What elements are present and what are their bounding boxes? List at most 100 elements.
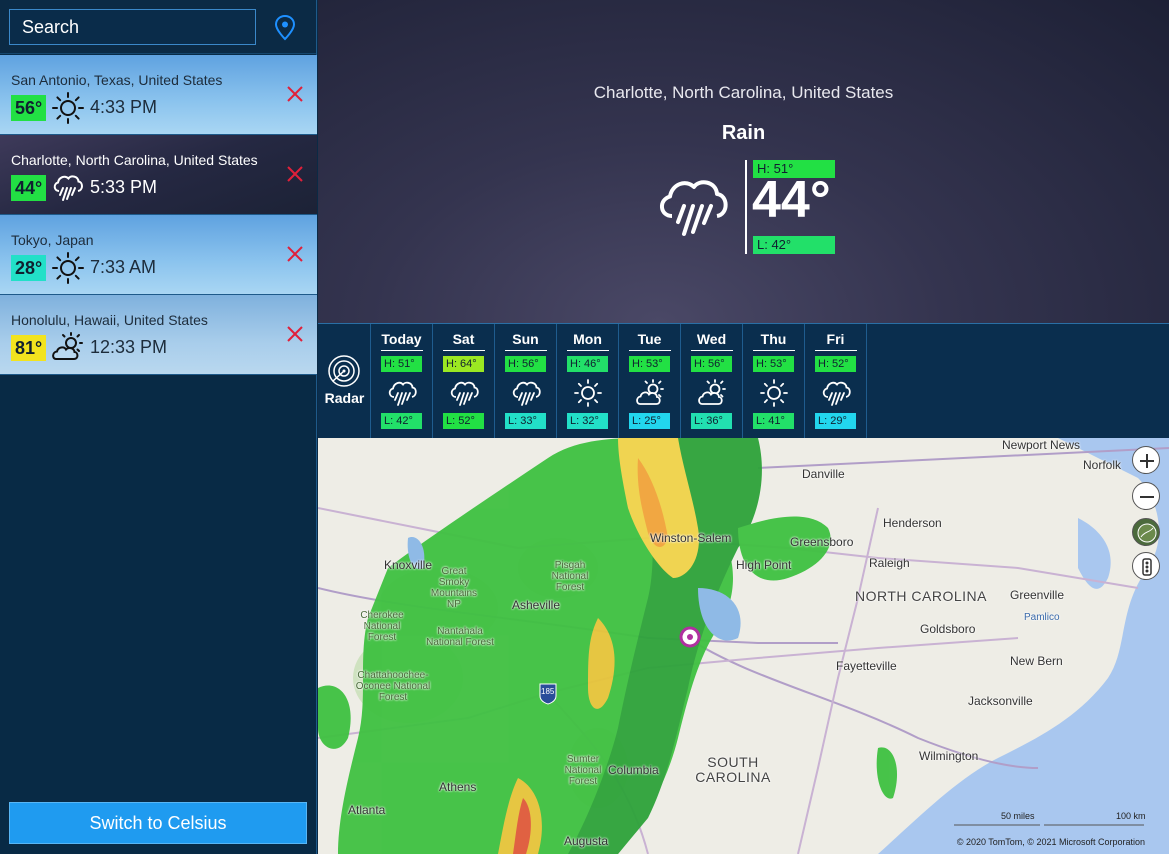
map-label-great-smoky: Great Smoky Mountains NP: [430, 566, 478, 610]
scale-miles: 50 miles: [1001, 811, 1035, 821]
sun-icon: [574, 379, 602, 407]
map-style-button[interactable]: [1132, 518, 1160, 546]
map-style-icon: [1137, 523, 1157, 543]
map-label-sumter: Sumter National Forest: [564, 754, 602, 787]
city-temp-badge: 28°: [11, 255, 47, 281]
city-temp-badge: 44°: [11, 175, 47, 201]
city-card-honolulu[interactable]: Honolulu, Hawaii, United States 81° 12:3…: [0, 295, 317, 375]
map-label-cherokee: Cherokee National Forest: [360, 610, 404, 643]
map-label-winston-salem: Winston-Salem: [650, 531, 732, 545]
traffic-button[interactable]: [1132, 552, 1160, 580]
map-label-nantahala: Nantahala National Forest: [426, 626, 494, 648]
map-label-new-bern: New Bern: [1010, 654, 1063, 668]
city-card-tokyo[interactable]: Tokyo, Japan 28° 7:33 AM: [0, 215, 317, 295]
forecast-strip: Radar Today H: 51° L: 42° Sat H: 64° L: 52° Su…: [318, 323, 1169, 438]
zoom-out-icon: [1140, 496, 1154, 498]
forecast-high-badge: H: 64°: [443, 356, 484, 372]
forecast-low-badge: L: 25°: [629, 413, 670, 429]
map-label-goldsboro: Goldsboro: [920, 622, 976, 636]
forecast-day[interactable]: Thu H: 53° L: 41°: [743, 324, 805, 438]
radar-label: Radar: [324, 390, 365, 406]
city-name: Tokyo, Japan: [11, 232, 94, 248]
map-attribution: © 2020 TomTom, © 2021 Microsoft Corporat…: [956, 837, 1145, 847]
switch-units-button[interactable]: Switch to Celsius: [9, 802, 307, 844]
rain-icon: [388, 381, 417, 406]
city-time: 12:33 PM: [90, 337, 168, 357]
forecast-day[interactable]: Fri H: 52° L: 29°: [805, 324, 867, 438]
location-pin-icon[interactable]: [274, 15, 296, 41]
map-label-fayetteville: Fayetteville: [836, 659, 897, 673]
rain-icon: [53, 175, 83, 201]
city-card-san-antonio[interactable]: San Antonio, Texas, United States 56° 4:…: [0, 55, 317, 135]
map-label-south-carolina: SOUTH CAROLINA: [695, 754, 771, 785]
partly-cloudy-icon: [636, 379, 664, 405]
partly-cloudy-icon: [698, 379, 726, 405]
map-label-atlanta: Atlanta: [348, 803, 386, 817]
forecast-day-divider: [443, 350, 485, 351]
radar-map[interactable]: Newport News Norfolk Danville Henderson …: [318, 438, 1169, 854]
zoom-out-button[interactable]: [1132, 482, 1160, 510]
forecast-low-badge: L: 52°: [443, 413, 484, 429]
map-label-jacksonville: Jacksonville: [968, 694, 1033, 708]
map-label-knoxville: Knoxville: [384, 558, 433, 572]
forecast-low-badge: L: 33°: [505, 413, 546, 429]
map-label-greensboro: Greensboro: [790, 535, 854, 549]
map-label-henderson: Henderson: [883, 516, 942, 530]
forecast-day-divider: [753, 350, 795, 351]
map-label-columbia: Columbia: [608, 763, 659, 777]
radar-button[interactable]: Radar: [318, 324, 371, 438]
forecast-high-badge: H: 53°: [629, 356, 670, 372]
forecast-low-badge: L: 41°: [753, 413, 794, 429]
map-label-pamlico: Pamlico: [1024, 612, 1060, 623]
city-temp-badge: 81°: [11, 335, 47, 361]
forecast-day-name: Thu: [760, 331, 787, 347]
current-weather-panel: Charlotte, North Carolina, United States…: [318, 0, 1169, 323]
forecast-high-badge: H: 51°: [381, 356, 422, 372]
city-time: 7:33 AM: [90, 257, 157, 277]
sidebar: San Antonio, Texas, United States 56° 4:…: [0, 0, 317, 854]
remove-city-icon[interactable]: [284, 243, 306, 265]
forecast-day-divider: [567, 350, 609, 351]
radar-icon: [328, 355, 360, 387]
forecast-day-divider: [505, 350, 547, 351]
forecast-day[interactable]: Sat H: 64° L: 52°: [433, 324, 495, 438]
temp-divider: [745, 160, 747, 254]
map-label-wilmington: Wilmington: [919, 749, 979, 763]
current-condition: Rain: [721, 122, 766, 144]
city-temp-badge: 56°: [11, 95, 47, 121]
remove-city-icon[interactable]: [284, 323, 306, 345]
forecast-day[interactable]: Tue H: 53° L: 25°: [619, 324, 681, 438]
forecast-day[interactable]: Mon H: 46° L: 32°: [557, 324, 619, 438]
forecast-high-badge: H: 53°: [753, 356, 794, 372]
search-bar: [0, 0, 316, 54]
map-label-pisgah: Pisgah National Forest: [551, 560, 589, 593]
traffic-icon: [1142, 558, 1152, 576]
zoom-in-button[interactable]: [1132, 446, 1160, 474]
map-label-danville: Danville: [802, 467, 845, 481]
forecast-day-name: Mon: [573, 331, 602, 347]
forecast-day-name: Sat: [452, 331, 475, 347]
forecast-day-name: Fri: [826, 331, 845, 347]
map-label-high-point: High Point: [736, 558, 792, 572]
forecast-low-badge: L: 32°: [567, 413, 608, 429]
partly-cloudy-icon: [52, 332, 83, 360]
search-input[interactable]: [9, 9, 256, 45]
forecast-day[interactable]: Today H: 51° L: 42°: [371, 324, 433, 438]
remove-city-icon[interactable]: [284, 163, 306, 185]
current-temperature: 44°: [752, 171, 831, 229]
map-label-asheville: Asheville: [512, 598, 561, 612]
city-name: San Antonio, Texas, United States: [11, 72, 223, 88]
forecast-day[interactable]: Sun H: 56° L: 33°: [495, 324, 557, 438]
forecast-day-name: Tue: [637, 331, 662, 347]
remove-city-icon[interactable]: [284, 83, 306, 105]
map-label-raleigh: Raleigh: [869, 556, 910, 570]
city-card-charlotte[interactable]: Charlotte, North Carolina, United States…: [0, 135, 317, 215]
map-label-athens: Athens: [439, 780, 477, 794]
forecast-day-name: Today: [381, 331, 422, 347]
forecast-day[interactable]: Wed H: 56° L: 36°: [681, 324, 743, 438]
forecast-day-divider: [381, 350, 423, 351]
forecast-day-divider: [815, 350, 857, 351]
forecast-day-name: Sun: [512, 331, 539, 347]
map-label-greenville: Greenville: [1010, 588, 1065, 602]
map-label-chattahoochee: Chattahoochee-Oconee National Forest: [355, 670, 431, 703]
